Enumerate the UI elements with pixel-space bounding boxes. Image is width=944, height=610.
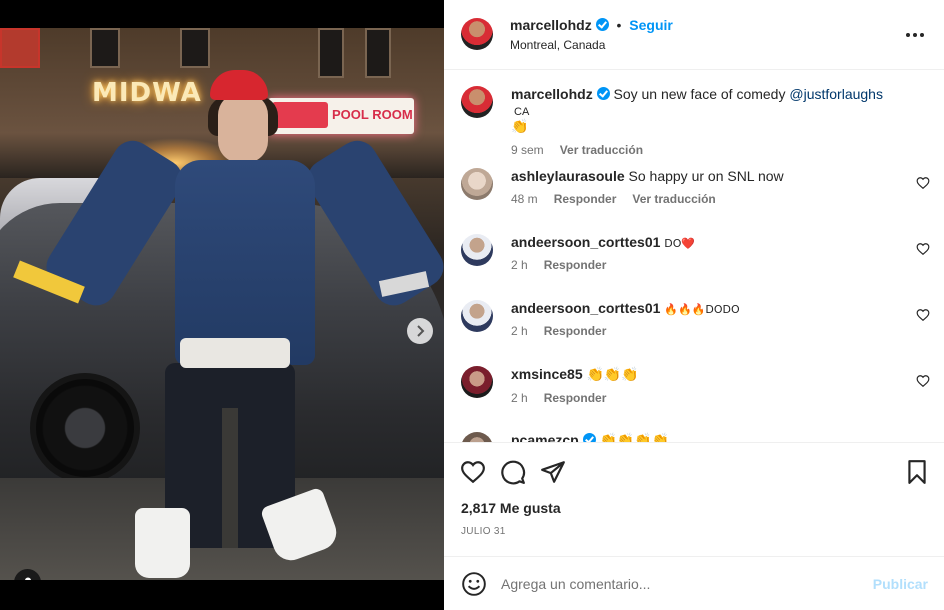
caption-suffix: CA xyxy=(514,106,530,118)
comment-message: 👏👏👏 xyxy=(586,367,639,383)
comment-body: ashleylaurasoule So happy ur on SNL now … xyxy=(511,168,901,206)
post-location[interactable]: Montreal, Canada xyxy=(510,38,605,52)
carousel-next-button[interactable] xyxy=(407,318,433,344)
caption-mention[interactable]: @justforlaughs xyxy=(789,86,883,102)
verified-badge-icon xyxy=(582,433,596,442)
comments-list[interactable]: marcellohdz Soy un new face of comedy @j… xyxy=(444,70,944,442)
comment-username[interactable]: ashleylaurasoule xyxy=(511,168,625,184)
reply-link[interactable]: Responder xyxy=(544,258,607,272)
comment-message: 👏👏👏👏 xyxy=(599,433,670,442)
leg-gap xyxy=(222,408,238,548)
reply-link[interactable]: Responder xyxy=(544,324,607,338)
caption-username[interactable]: marcellohdz xyxy=(511,86,593,102)
comment-time: 2 h xyxy=(511,391,528,405)
comment-username[interactable]: andeersoon_corttes01 xyxy=(511,234,660,250)
caption-text: marcellohdz Soy un new face of comedy @j… xyxy=(511,86,901,135)
comment-time: 48 m xyxy=(511,192,538,206)
comment-meta: 2 h Responder xyxy=(511,258,901,272)
share-send-icon[interactable] xyxy=(540,459,566,485)
comment-text: xmsince85 👏👏👏 xyxy=(511,366,901,383)
more-dot-icon xyxy=(920,33,924,37)
person-icon xyxy=(24,577,31,580)
caption-body: marcellohdz Soy un new face of comedy @j… xyxy=(511,86,901,157)
post-dialog: MIDWA POOL ROOM marcellohdz • Seguir Mon… xyxy=(0,0,944,610)
commenter-avatar[interactable] xyxy=(461,234,493,266)
comment-username[interactable]: andeersoon_corttes01 xyxy=(511,300,660,316)
emoji-smiley-icon[interactable] xyxy=(461,571,487,597)
comment-meta: 2 h Responder xyxy=(511,324,901,338)
post-header: marcellohdz • Seguir Montreal, Canada xyxy=(444,0,944,70)
separator-dot: • xyxy=(616,17,622,33)
caption-message: Soy un new face of comedy xyxy=(613,86,786,102)
more-dot-icon xyxy=(906,33,910,37)
denim-jacket xyxy=(175,160,315,365)
publish-button[interactable]: Publicar xyxy=(873,576,928,592)
shirt xyxy=(180,338,290,368)
commenter-avatar[interactable] xyxy=(461,168,493,200)
comment-text: andeersoon_corttes01 DO❤️ xyxy=(511,234,901,250)
comment-message: DO❤️ xyxy=(664,237,696,250)
follow-button[interactable]: Seguir xyxy=(629,17,673,33)
verified-badge-icon xyxy=(596,87,610,100)
comment-message: So happy ur on SNL now xyxy=(628,168,784,184)
left-sneaker xyxy=(135,508,190,578)
comment-username[interactable]: xmsince85 xyxy=(511,366,583,382)
reply-link[interactable]: Responder xyxy=(554,192,617,206)
author-avatar[interactable] xyxy=(461,18,493,50)
comment-meta: 2 h Responder xyxy=(511,391,901,405)
like-comment-heart-icon[interactable] xyxy=(916,176,930,190)
post-image[interactable]: MIDWA POOL ROOM xyxy=(0,28,444,580)
caption-translate-link[interactable]: Ver traducción xyxy=(560,143,643,157)
red-cap xyxy=(210,70,268,100)
comment-time: 2 h xyxy=(511,258,528,272)
like-comment-heart-icon[interactable] xyxy=(916,308,930,322)
author-line: marcellohdz • Seguir xyxy=(510,17,673,33)
add-comment-bar: Publicar xyxy=(444,556,944,610)
comment-meta: 48 m Responder Ver traducción xyxy=(511,192,901,206)
comment-body: pcamezcp 👏👏👏👏 xyxy=(511,432,901,442)
comment-text: andeersoon_corttes01 🔥🔥🔥DODO xyxy=(511,300,901,316)
comment-username[interactable]: pcamezcp xyxy=(511,432,579,442)
caption-meta: 9 sem Ver traducción xyxy=(511,143,901,157)
post-panel: marcellohdz • Seguir Montreal, Canada ma… xyxy=(444,0,944,610)
caption-time: 9 sem xyxy=(511,143,544,157)
translate-link[interactable]: Ver traducción xyxy=(632,192,715,206)
comment-text: ashleylaurasoule So happy ur on SNL now xyxy=(511,168,901,184)
face xyxy=(218,93,268,163)
author-avatar[interactable] xyxy=(461,86,493,118)
like-heart-icon[interactable] xyxy=(460,459,486,485)
reply-link[interactable]: Responder xyxy=(544,391,607,405)
comment-body: andeersoon_corttes01 DO❤️ 2 h Responder xyxy=(511,234,901,272)
save-bookmark-icon[interactable] xyxy=(904,459,930,485)
comment-input[interactable] xyxy=(501,573,861,595)
more-dot-icon xyxy=(913,33,917,37)
comment-body: andeersoon_corttes01 🔥🔥🔥DODO 2 h Respond… xyxy=(511,300,901,338)
person xyxy=(38,48,444,578)
commenter-avatar[interactable] xyxy=(461,300,493,332)
author-username[interactable]: marcellohdz xyxy=(510,17,592,33)
verified-badge-icon xyxy=(595,18,609,31)
caption-emoji: 👏 xyxy=(511,119,529,135)
comment-message: 🔥🔥🔥DODO xyxy=(664,303,740,316)
like-comment-heart-icon[interactable] xyxy=(916,374,930,388)
likes-count[interactable]: 2,817 Me gusta xyxy=(461,500,561,516)
post-date: JULIO 31 xyxy=(461,526,506,537)
window xyxy=(0,28,40,68)
comment-body: xmsince85 👏👏👏 2 h Responder xyxy=(511,366,901,405)
comment-bubble-icon[interactable] xyxy=(500,459,526,485)
comment-time: 2 h xyxy=(511,324,528,338)
action-bar xyxy=(444,442,944,502)
commenter-avatar[interactable] xyxy=(461,366,493,398)
chevron-right-icon xyxy=(417,325,425,337)
like-comment-heart-icon[interactable] xyxy=(916,242,930,256)
commenter-avatar[interactable] xyxy=(461,432,493,442)
more-options-button[interactable] xyxy=(906,33,924,37)
comment-text: pcamezcp 👏👏👏👏 xyxy=(511,432,901,442)
